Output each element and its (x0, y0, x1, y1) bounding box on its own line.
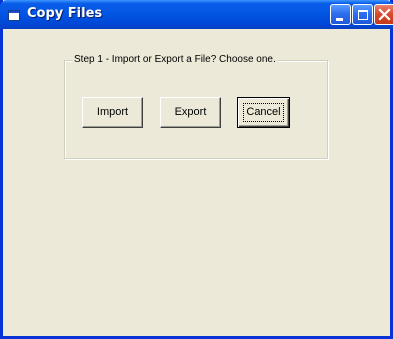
minimize-icon (336, 18, 343, 21)
minimize-button[interactable] (330, 4, 351, 25)
step-group-label: Step 1 - Import or Export a File? Choose… (72, 53, 278, 67)
cancel-button[interactable]: Cancel (237, 97, 290, 128)
copy-files-window: Copy Files Step 1 - Import or Export a F… (0, 0, 393, 339)
window-title: Copy Files (27, 6, 103, 21)
app-window-icon (8, 8, 20, 21)
maximize-icon (358, 10, 368, 20)
close-icon (378, 8, 391, 21)
import-button[interactable]: Import (82, 97, 143, 128)
close-button[interactable] (374, 4, 393, 25)
cancel-button-label: Cancel (246, 106, 281, 118)
export-button[interactable]: Export (160, 97, 221, 128)
export-button-label: Export (174, 106, 207, 118)
maximize-button[interactable] (352, 4, 373, 25)
import-button-label: Import (96, 106, 129, 118)
title-bar[interactable]: Copy Files (0, 0, 393, 29)
